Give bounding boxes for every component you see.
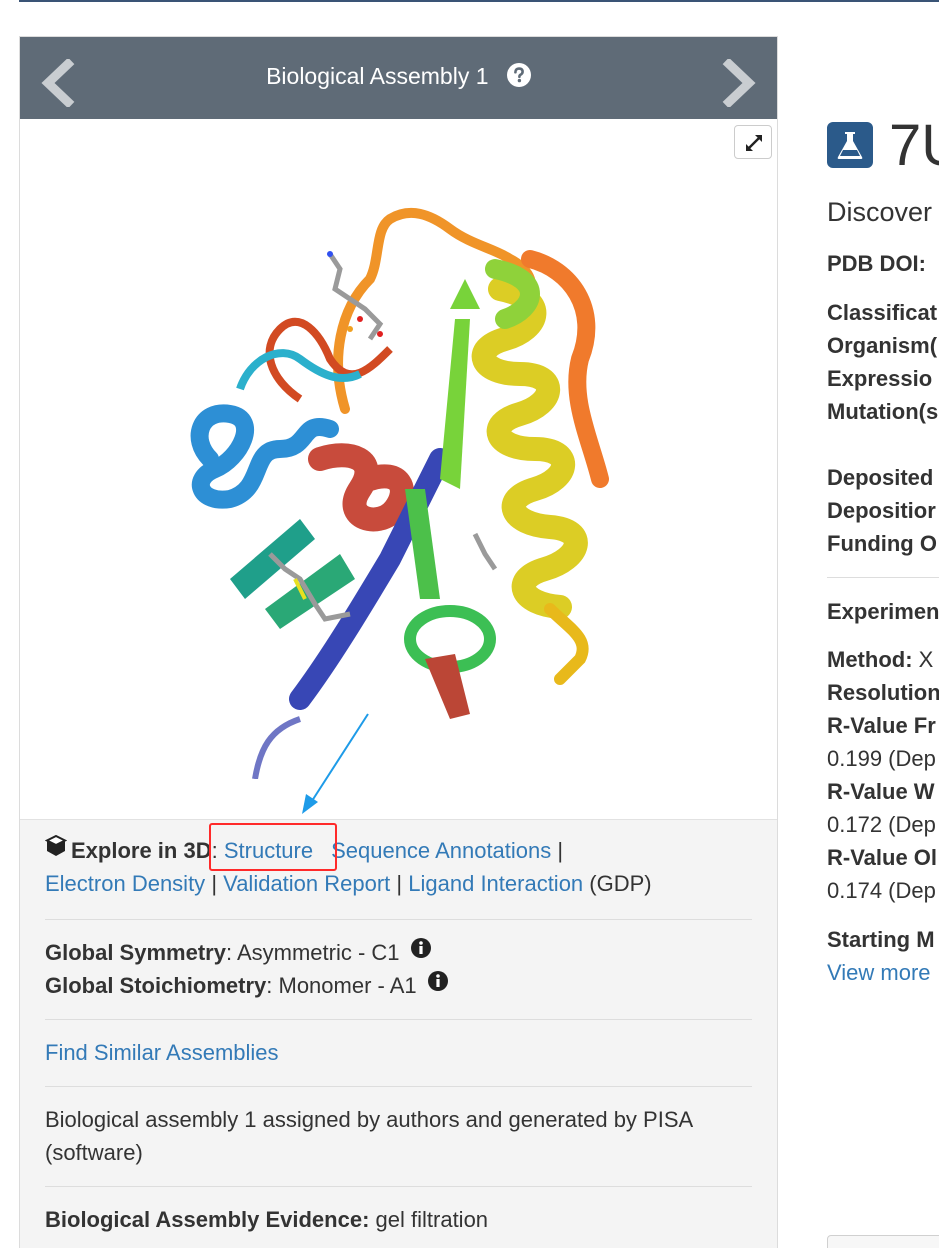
view-more-link[interactable]: View more	[827, 960, 931, 985]
divider	[45, 1086, 752, 1087]
info-circle-icon[interactable]	[410, 935, 432, 968]
protein-structure-image	[190, 207, 609, 779]
evidence-section: Biological Assembly Evidence: gel filtra…	[45, 1203, 752, 1236]
expand-icon[interactable]	[734, 125, 772, 159]
separator: |	[557, 838, 564, 863]
validation-report-link[interactable]: Validation Report	[223, 871, 390, 896]
find-similar-section: Find Similar Assemblies	[45, 1036, 752, 1069]
funding-label: Funding O	[827, 531, 937, 556]
divider	[45, 919, 752, 920]
global-stoichiometry-label: Global Stoichiometry	[45, 973, 267, 998]
annotation-arrow	[302, 713, 369, 814]
electron-density-link[interactable]: Electron Density	[45, 871, 205, 896]
carousel-header: Biological Assembly 1	[20, 37, 777, 119]
carousel-title: Biological Assembly 1	[266, 63, 489, 89]
symmetry-section: Global Symmetry: Asymmetric - C1 Global …	[45, 936, 752, 1002]
assembly-note: Biological assembly 1 assigned by author…	[45, 1107, 692, 1165]
mutation-label: Mutation(s	[827, 399, 939, 424]
divider	[45, 1186, 752, 1187]
r-value-observed-label: R-Value Ol	[827, 845, 938, 870]
carousel-title-wrap: Biological Assembly 1	[20, 62, 777, 90]
evidence-value: gel filtration	[375, 1207, 489, 1232]
entry-title: Discover	[827, 197, 933, 227]
info-circle-icon[interactable]	[427, 968, 449, 1001]
pdb-id: 7U	[889, 113, 939, 178]
structure-link[interactable]: Structure	[224, 838, 313, 863]
question-circle-icon[interactable]	[506, 62, 531, 87]
chevron-right-icon[interactable]	[719, 57, 759, 109]
starting-model-label: Starting M	[827, 927, 935, 952]
bottom-button[interactable]	[827, 1235, 939, 1248]
explore-colon: :	[211, 838, 218, 863]
method-label: Method:	[827, 647, 913, 672]
explore-label: Explore in 3D	[71, 838, 212, 863]
flask-icon	[827, 122, 873, 168]
separator: |	[319, 838, 325, 863]
r-value-work-value: 0.172 (Dep	[827, 812, 936, 837]
global-symmetry-label: Global Symmetry	[45, 940, 226, 965]
method-value: X	[918, 647, 934, 672]
global-stoichiometry-value: : Monomer - A1	[266, 973, 417, 998]
ligand-code: (GDP)	[589, 871, 652, 896]
expression-label: Expressio	[827, 366, 933, 391]
assembly-panel: Biological Assembly 1 Explore in 3D: Str…	[19, 36, 778, 1248]
r-value-observed-value: 0.174 (Dep	[827, 878, 936, 903]
entry-summary-panel: 7U Discover PDB DOI: Classificat Organis…	[827, 0, 939, 1248]
resolution-label: Resolution	[827, 680, 939, 705]
r-value-free-label: R-Value Fr	[827, 713, 936, 738]
ligand-interaction-link[interactable]: Ligand Interaction	[408, 871, 583, 896]
r-value-work-label: R-Value W	[827, 779, 935, 804]
classification-label: Classificat	[827, 300, 938, 325]
divider	[45, 1019, 752, 1020]
global-symmetry-value: : Asymmetric - C1	[225, 940, 400, 965]
experimental-label: Experimen	[827, 599, 939, 624]
sequence-annotations-link[interactable]: Sequence Annotations	[331, 838, 551, 863]
assembly-info: Explore in 3D: Structure | Sequence Anno…	[20, 819, 777, 1248]
evidence-label: Biological Assembly Evidence:	[45, 1207, 370, 1232]
molecule-viewer[interactable]	[20, 119, 777, 819]
deposition-label: Depositior	[827, 498, 936, 523]
pdb-doi-label: PDB DOI:	[827, 251, 926, 276]
find-similar-assemblies-link[interactable]: Find Similar Assemblies	[45, 1040, 279, 1065]
deposited-label: Deposited	[827, 465, 934, 490]
explore-3d-section: Explore in 3D: Structure | Sequence Anno…	[44, 833, 752, 900]
separator: |	[396, 871, 403, 896]
separator: |	[211, 871, 218, 896]
r-value-free-value: 0.199 (Dep	[827, 746, 936, 771]
cube-icon	[44, 833, 68, 866]
organism-label: Organism(	[827, 333, 938, 358]
divider	[827, 577, 939, 578]
top-border-line	[19, 0, 939, 2]
